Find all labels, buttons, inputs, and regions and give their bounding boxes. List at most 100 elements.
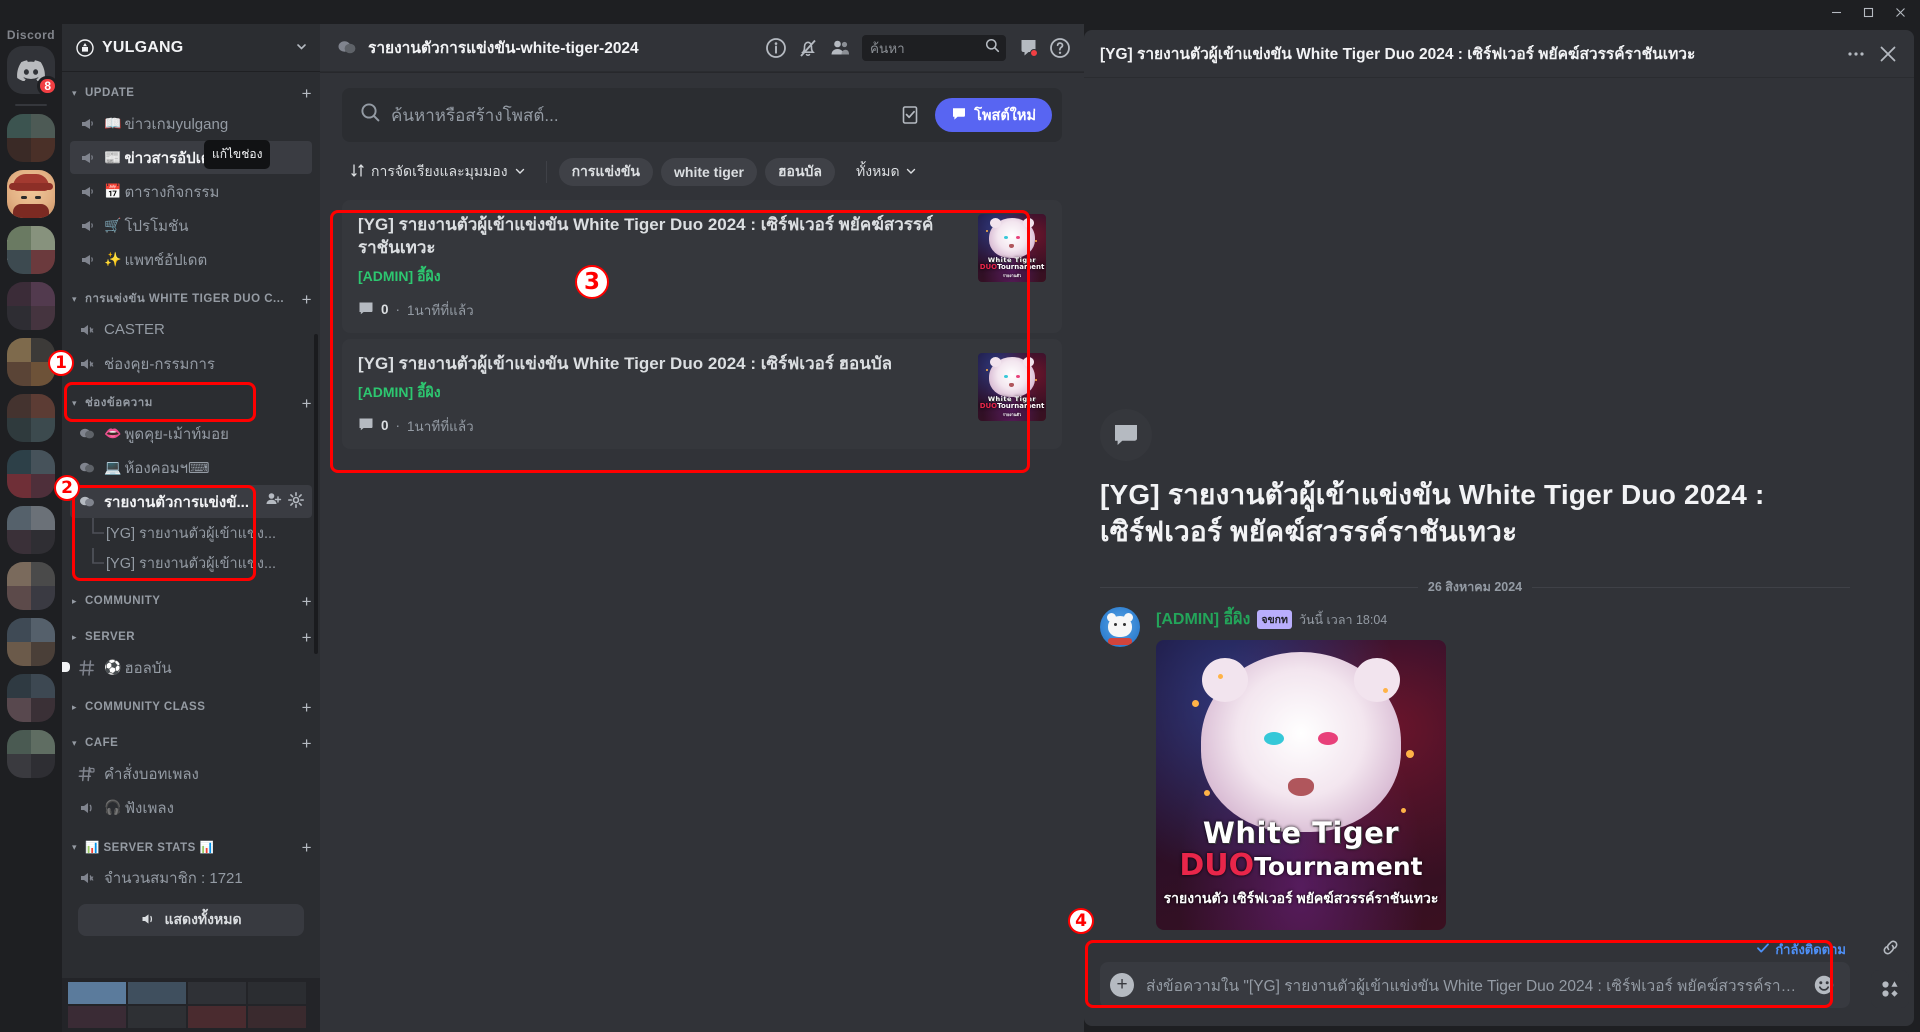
post-time: 1นาทีที่แล้ว	[407, 418, 474, 434]
channel-label: รายงานตัวการแข่งขั...	[104, 493, 249, 511]
avatar[interactable]	[1100, 607, 1140, 647]
add-channel-icon[interactable]: +	[302, 395, 312, 412]
server-tile[interactable]	[7, 282, 55, 330]
add-channel-icon[interactable]: +	[302, 291, 312, 308]
sidebar-channel-news-yulgang[interactable]: 📖 ข่าวเกมyulgang	[70, 107, 312, 140]
search-input[interactable]: ค้นหา	[862, 34, 1006, 61]
close-icon[interactable]	[1872, 38, 1904, 70]
more-options-icon[interactable]	[1840, 38, 1872, 70]
sidebar-channel-news-update[interactable]: 📰 ข่าวสารอัปเดต	[70, 141, 312, 174]
notification-muted-icon[interactable]	[792, 32, 824, 64]
new-post-button[interactable]: โพสต์ใหม่	[935, 98, 1052, 132]
forum-search-bar[interactable]: ค้นหาหรือสร้างโพสต์... โพสต์ใหม่	[342, 88, 1062, 142]
sort-and-view-button[interactable]: การจัดเรียงและมุมมอง	[342, 156, 534, 188]
attach-file-button[interactable]: +	[1110, 973, 1134, 997]
forum-channel-icon	[78, 425, 98, 443]
sidebar-channel-music-bot-commands[interactable]: คำสั่งบอทเพลง	[70, 757, 312, 790]
apps-grid-icon[interactable]	[1871, 970, 1909, 1008]
category-update[interactable]: ▾ UPDATE +	[62, 80, 320, 106]
server-tile[interactable]	[7, 674, 55, 722]
post-thumbnail[interactable]: White Tiger DUOTournament รายงานตัว	[978, 214, 1046, 282]
server-tile[interactable]	[7, 170, 55, 218]
post-thumbnail[interactable]: White Tiger DUOTournament รายงานตัว	[978, 352, 1046, 421]
window-minimize-button[interactable]	[1820, 1, 1852, 23]
guild-header-button[interactable]: YULGANG	[62, 24, 320, 72]
add-channel-icon[interactable]: +	[302, 699, 312, 716]
message-input[interactable]: + ส่งข้อความใน "[YG] รายงานตัวผู้เข้าแข่…	[1100, 962, 1850, 1008]
server-tile[interactable]	[7, 618, 55, 666]
server-tile[interactable]	[7, 562, 55, 610]
message-body: [ADMIN] อี้ผิง จขกท วันนี้ เวลา 18:04 Wh…	[1156, 607, 1850, 930]
sidebar-channel-patch-update[interactable]: ✨ แพทช์อัปเดต	[70, 243, 312, 276]
category-server[interactable]: ▸ SERVER +	[62, 624, 320, 650]
add-channel-icon[interactable]: +	[302, 839, 312, 856]
server-tile[interactable]	[7, 394, 55, 442]
thread-side-panel: [YG] รายงานตัวผู้เข้าแข่งขัน White Tiger…	[1084, 24, 1920, 1032]
new-post-icon	[951, 105, 967, 125]
add-channel-icon[interactable]: +	[302, 85, 312, 102]
server-tile[interactable]	[7, 338, 55, 386]
add-channel-icon[interactable]: +	[302, 735, 312, 752]
sidebar-channel-committee-voice[interactable]: ช่องคุย-กรรมการ	[70, 347, 312, 380]
sidebar-thread-item[interactable]: [YG] รายงานตัวผู้เข้าแข่ง...	[70, 518, 312, 548]
forum-post-card[interactable]: [YG] รายงานตัวผู้เข้าแข่งขัน White Tiger…	[342, 338, 1062, 449]
sidebar-scrollbar[interactable]	[314, 334, 318, 654]
thread-messages-scroll[interactable]: [YG] รายงานตัวผู้เข้าแข่งขัน White Tiger…	[1084, 78, 1866, 936]
window-close-button[interactable]	[1884, 1, 1916, 23]
server-tile[interactable]	[7, 730, 55, 778]
sidebar-channel-caster[interactable]: CASTER	[70, 313, 312, 346]
sidebar-channel-promotion[interactable]: 🛒 โปรโมชัน	[70, 209, 312, 242]
home-button[interactable]: 8	[7, 46, 58, 96]
server-tile[interactable]	[7, 226, 55, 274]
gear-icon[interactable]	[288, 491, 304, 512]
sidebar-channel-schedule[interactable]: 📅 ตารางกิจกรรม	[70, 175, 312, 208]
show-all-channels-button[interactable]: แสดงทั้งหมด	[78, 904, 304, 936]
server-tile[interactable]	[7, 506, 55, 554]
chevron-down-icon[interactable]	[295, 40, 308, 56]
chevron-right-icon: ▸	[72, 701, 78, 712]
sidebar-thread-item[interactable]: [YG] รายงานตัวผู้เข้าแข่ง...	[70, 548, 312, 578]
category-label: UPDATE	[85, 87, 135, 99]
sidebar-channel-member-count[interactable]: จำนวนสมาชิก : 1721	[70, 861, 312, 894]
help-icon[interactable]	[1044, 32, 1076, 64]
category-cafe[interactable]: ▾ CAFE +	[62, 730, 320, 756]
category-label: CAFE	[85, 737, 119, 749]
forum-post-card[interactable]: [YG] รายงานตัวผู้เข้าแข่งขัน White Tiger…	[342, 200, 1062, 333]
info-icon[interactable]	[760, 32, 792, 64]
link-icon[interactable]	[1875, 932, 1905, 962]
channel-list[interactable]: ▾ UPDATE + 📖 ข่าวเกมyulgang 📰 ข่าวสารอัป…	[62, 72, 320, 978]
server-tile[interactable]	[7, 450, 55, 498]
forum-tag-all-dropdown[interactable]: ทั้งหมด	[843, 158, 930, 186]
forum-tag-white-tiger[interactable]: white tiger	[661, 158, 758, 186]
add-channel-icon[interactable]: +	[302, 629, 312, 646]
server-tile[interactable]	[7, 114, 55, 162]
inbox-icon[interactable]	[1012, 32, 1044, 64]
emoji-icon[interactable]	[1812, 973, 1836, 997]
thread-header: [YG] รายงานตัวผู้เข้าแข่งขัน White Tiger…	[1084, 30, 1914, 78]
forum-tag-honbun[interactable]: ฮอนบัล	[765, 158, 836, 186]
following-button[interactable]: กำลังติดตาม	[1756, 939, 1846, 960]
channel-actions	[265, 491, 304, 512]
follow-row: กำลังติดตาม	[1100, 936, 1850, 962]
category-white-tiger-duo[interactable]: ▾ การแข่งขัน WHITE TIGER DUO C... +	[62, 286, 320, 312]
category-text-channels[interactable]: ▾ ช่องข้อความ +	[62, 390, 320, 416]
add-member-icon[interactable]	[265, 491, 282, 512]
user-panel[interactable]	[62, 978, 320, 1032]
sidebar-channel-tournament-report[interactable]: รายงานตัวการแข่งขั...	[70, 485, 312, 518]
window-maximize-button[interactable]	[1852, 1, 1884, 23]
sidebar-channel-computer-room[interactable]: 💻 ห้องคอมฯ⌨	[70, 451, 312, 484]
category-community-class[interactable]: ▸ COMMUNITY CLASS +	[62, 694, 320, 720]
chevron-down-icon: ▾	[72, 87, 78, 98]
app-body: Discord 8 YULGANG ▾ UPDATE + 📖 ข่าวเกมyu…	[0, 24, 1920, 1032]
sidebar-channel-listen-music[interactable]: 🎧 ฟังเพลง	[70, 791, 312, 824]
category-server-stats[interactable]: ▾ 📊 SERVER STATS 📊 +	[62, 834, 320, 860]
category-community[interactable]: ▸ COMMUNITY +	[62, 588, 320, 614]
mark-read-icon[interactable]	[895, 100, 925, 130]
message-author[interactable]: [ADMIN] อี้ผิง	[1156, 607, 1250, 632]
forum-tag-competition[interactable]: การแข่งขัน	[558, 158, 653, 186]
sidebar-channel-holbun[interactable]: ⚽ ฮอลบัน	[62, 651, 312, 684]
add-channel-icon[interactable]: +	[302, 593, 312, 610]
members-icon[interactable]	[824, 32, 856, 64]
sidebar-channel-chat[interactable]: 👄 พูดคุย-เม้าท์มอย	[70, 417, 312, 450]
message-attachment-image[interactable]: White Tiger DUOTournament รายงานตัว เซิร…	[1156, 640, 1446, 930]
